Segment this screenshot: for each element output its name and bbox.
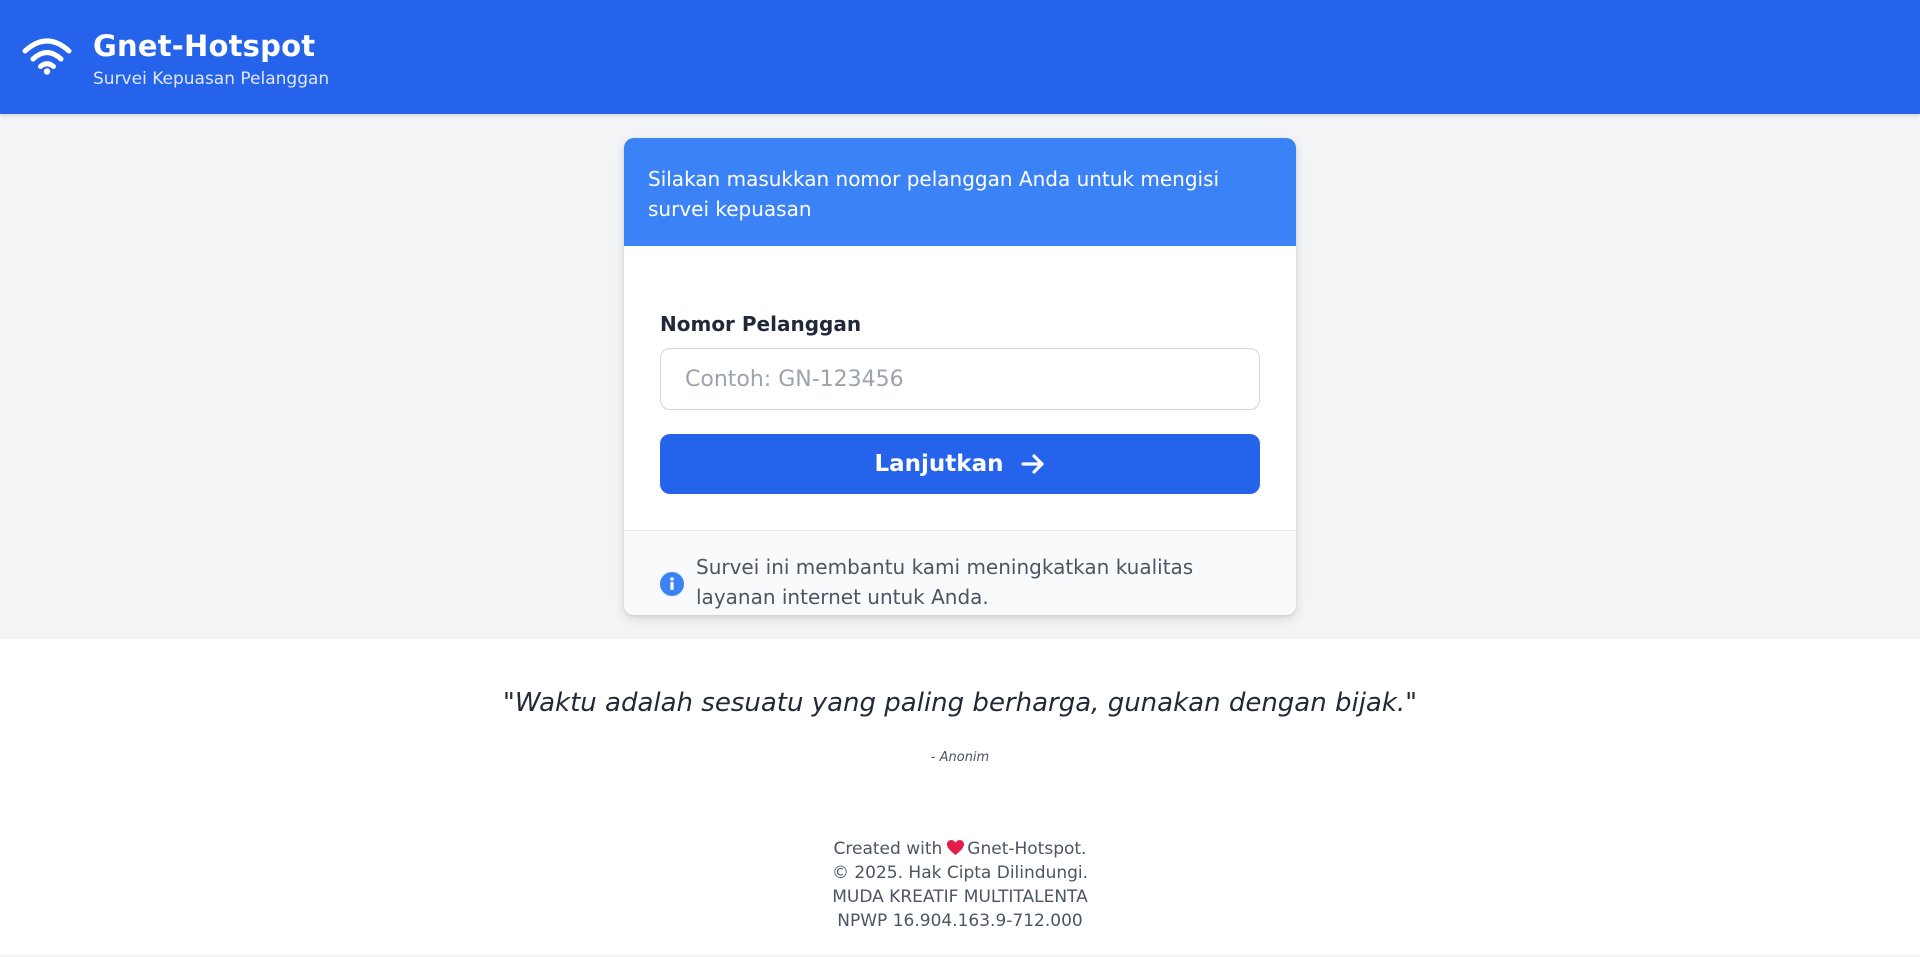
heart-icon xyxy=(947,839,965,856)
page-footer: Created with Gnet-Hotspot. © 2025. Hak C… xyxy=(0,837,1920,933)
brand-title: Gnet-Hotspot xyxy=(93,29,316,63)
survey-card: Silakan masukkan nomor pelanggan Anda un… xyxy=(624,138,1296,615)
footer-npwp: NPWP 16.904.163.9-712.000 xyxy=(837,911,1083,931)
app-header: Gnet-Hotspot Survei Kepuasan Pelanggan xyxy=(0,0,1920,114)
footer-company: MUDA KREATIF MULTITALENTA xyxy=(832,887,1088,907)
info-icon xyxy=(660,572,684,596)
card-header: Silakan masukkan nomor pelanggan Anda un… xyxy=(624,138,1296,246)
footer-created-prefix: Created with xyxy=(833,839,943,859)
continue-button-label: Lanjutkan xyxy=(874,451,1004,477)
quote-author: - Anonim xyxy=(930,750,990,765)
footer-created-suffix: Gnet-Hotspot. xyxy=(967,839,1087,859)
brand: Gnet-Hotspot Survei Kepuasan Pelanggan xyxy=(93,28,329,90)
continue-button[interactable]: Lanjutkan xyxy=(660,434,1260,494)
main-section: Silakan masukkan nomor pelanggan Anda un… xyxy=(0,114,1920,639)
card-footer: Survei ini membantu kami meningkatkan ku… xyxy=(624,530,1296,615)
customer-number-input[interactable] xyxy=(660,348,1260,410)
arrow-right-icon xyxy=(1020,454,1044,474)
quote-text: "Waktu adalah sesuatu yang paling berhar… xyxy=(502,688,1418,718)
wifi-icon xyxy=(22,38,72,75)
brand-subtitle: Survei Kepuasan Pelanggan xyxy=(93,69,330,89)
customer-number-label: Nomor Pelanggan xyxy=(660,312,862,336)
footer-created-line: Created with Gnet-Hotspot. xyxy=(0,837,1920,861)
footer-copyright: © 2025. Hak Cipta Dilindungi. xyxy=(831,863,1089,883)
info-text: Survei ini membantu kami meningkatkan ku… xyxy=(696,555,1194,609)
